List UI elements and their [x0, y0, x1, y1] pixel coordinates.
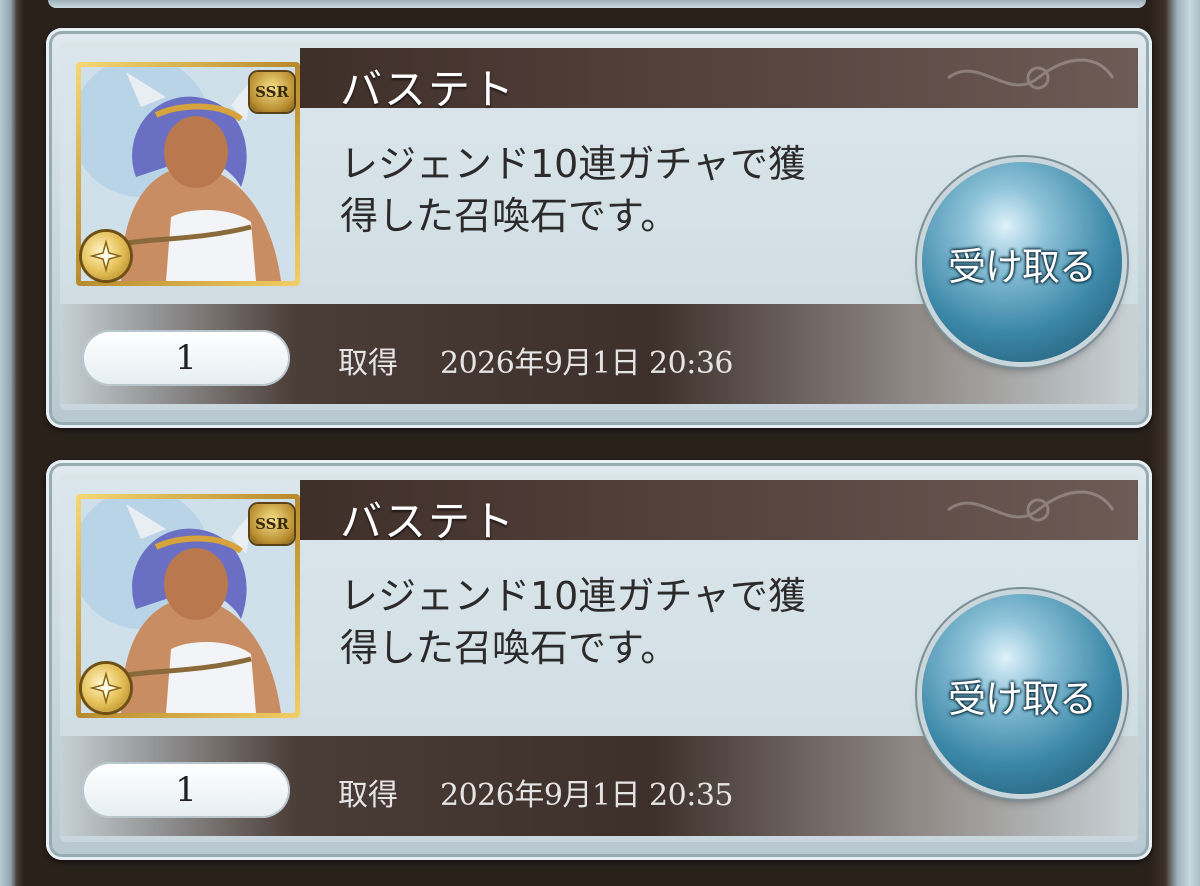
acquired-datetime: 2026年9月1日 20:35	[440, 778, 734, 813]
ssr-badge-icon: SSR	[250, 504, 294, 544]
left-frame	[0, 0, 24, 886]
item-name: バステト	[340, 497, 517, 546]
card-body: バステト レジェンド10連ガチャで獲 得した召喚石です。 1 取得 2026年9…	[60, 474, 1138, 842]
ssr-badge-icon: SSR	[250, 72, 294, 112]
description-line: 得した召喚石です。	[340, 626, 679, 670]
quantity-badge: 1	[82, 330, 290, 386]
ornament-icon	[947, 58, 1115, 90]
description-line: レジェンド10連ガチャで獲	[340, 142, 806, 186]
receive-button[interactable]: 受け取る	[922, 162, 1122, 362]
item-description: レジェンド10連ガチャで獲 得した召喚石です。	[340, 138, 900, 242]
acquired-label: 取得	[338, 778, 398, 813]
receive-button-label: 受け取る	[947, 677, 1097, 721]
ornament-icon	[947, 490, 1115, 522]
present-item-card: バステト レジェンド10連ガチャで獲 得した召喚石です。 1 取得 2026年9…	[46, 28, 1152, 428]
receive-button-label: 受け取る	[947, 245, 1097, 289]
receive-button[interactable]: 受け取る	[922, 594, 1122, 794]
acquired-label: 取得	[338, 346, 398, 381]
light-element-icon	[82, 232, 130, 280]
quantity-badge: 1	[82, 762, 290, 818]
present-item-card: バステト レジェンド10連ガチャで獲 得した召喚石です。 1 取得 2026年9…	[46, 460, 1152, 860]
previous-card-edge	[48, 0, 1146, 8]
card-body: バステト レジェンド10連ガチャで獲 得した召喚石です。 1 取得 2026年9…	[60, 42, 1138, 410]
item-description: レジェンド10連ガチャで獲 得した召喚石です。	[340, 570, 900, 674]
description-line: 得した召喚石です。	[340, 194, 679, 238]
light-element-icon	[82, 664, 130, 712]
acquired-datetime: 2026年9月1日 20:36	[440, 346, 734, 381]
item-name: バステト	[340, 65, 517, 114]
right-frame	[1150, 0, 1200, 886]
description-line: レジェンド10連ガチャで獲	[340, 574, 806, 618]
